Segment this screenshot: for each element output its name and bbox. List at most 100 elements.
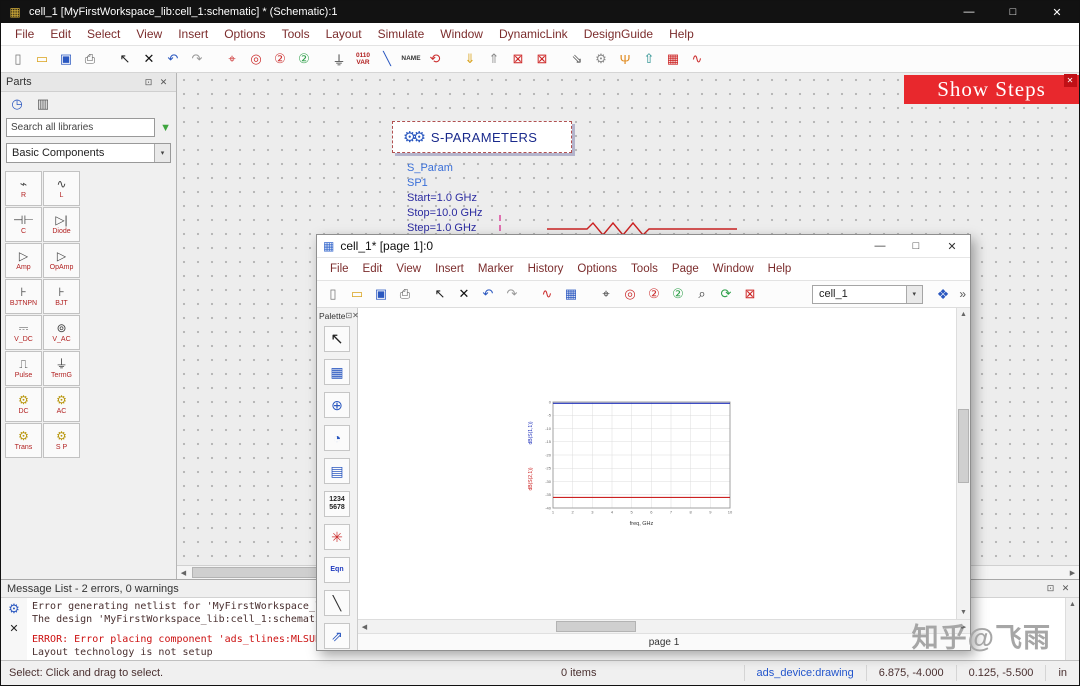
part-vpulse[interactable]: ⎍ Pulse — [5, 351, 42, 386]
default-dataset-icon[interactable]: ❖ — [937, 286, 950, 303]
palette-rect-plot[interactable]: ▦ — [324, 359, 350, 385]
export-button[interactable]: ⇑ — [482, 48, 506, 70]
part-bjt[interactable]: ⊦ BJT — [43, 279, 80, 314]
part-ac-sim[interactable]: ⚙ AC — [43, 387, 80, 422]
insert-var-button[interactable]: 0110 VAR — [351, 48, 375, 70]
child-titlebar[interactable]: ▦ cell_1* [page 1]:0 — □ ✕ — [317, 235, 970, 258]
close-panel-icon[interactable]: ✕ — [1058, 583, 1073, 594]
palette-arrow-shape[interactable]: ⇗ — [324, 623, 350, 649]
close-panel-icon[interactable]: ✕ — [156, 77, 171, 88]
palette-stacked-plot[interactable]: ▤ — [324, 458, 350, 484]
menu-item[interactable]: Tools — [274, 27, 318, 41]
close-button[interactable]: ✕ — [934, 235, 970, 257]
float-panel-icon[interactable]: ⊡ — [141, 77, 156, 88]
part-inductor[interactable]: ∿ L — [43, 171, 80, 206]
part-capacitor[interactable]: ⊣⊢ C — [5, 207, 42, 242]
library-select[interactable]: Basic Components ▾ — [6, 143, 171, 163]
zoom-tool-button[interactable]: ⌕ — [690, 283, 714, 305]
scroll-up-icon[interactable]: ▲ — [1066, 598, 1079, 611]
new-file-button[interactable]: ▯ — [321, 283, 345, 305]
part-sparam-sim[interactable]: ⚙ S P — [43, 423, 80, 458]
deactivate-component-button[interactable]: ⊠ — [506, 48, 530, 70]
palette-cursor[interactable]: ↖ — [324, 326, 350, 352]
deactivate-toggle-button[interactable]: ⊠ — [530, 48, 554, 70]
menu-item[interactable]: View — [389, 263, 428, 275]
banner-close-icon[interactable]: ✕ — [1064, 74, 1077, 87]
menu-item[interactable]: Tools — [624, 263, 665, 275]
pan-view-button[interactable]: ⌖ — [220, 48, 244, 70]
menu-item[interactable]: Marker — [471, 263, 521, 275]
menu-item[interactable]: View — [128, 27, 170, 41]
palette-polar-plot[interactable]: ⊕ — [324, 392, 350, 418]
undo-button[interactable]: ↶ — [476, 283, 500, 305]
part-amp[interactable]: ▷ Amp — [5, 243, 42, 278]
library-browser-icon[interactable]: ▥ — [34, 95, 52, 113]
menu-item[interactable]: Window — [432, 27, 491, 41]
pan-view-button[interactable]: ⌖ — [594, 283, 618, 305]
save-button[interactable]: ▣ — [54, 48, 78, 70]
palette-equation[interactable]: Eqn — [324, 557, 350, 583]
insert-wire-button[interactable]: ╲ — [375, 48, 399, 70]
scroll-left-icon[interactable]: ◀ — [177, 566, 190, 579]
push-into-button[interactable]: ⇘ — [565, 48, 589, 70]
menu-item[interactable]: Layout — [318, 27, 370, 41]
select-cursor-button[interactable]: ↖ — [428, 283, 452, 305]
undo-button[interactable]: ↶ — [161, 48, 185, 70]
part-term-gnd[interactable]: ⏚ TermG — [43, 351, 80, 386]
sparams-parameter-text[interactable]: SP1 — [407, 176, 483, 191]
simulate-button[interactable]: ⇧ — [637, 48, 661, 70]
history-icon[interactable]: ◷ — [8, 95, 26, 113]
scroll-thumb[interactable] — [958, 409, 969, 483]
palette-list-data[interactable]: 1234 5678 — [324, 491, 350, 517]
zoom-area-button[interactable]: ◎ — [244, 48, 268, 70]
wire-loop-button[interactable]: ⟲ — [423, 48, 447, 70]
clear-messages-icon[interactable]: ✕ — [9, 622, 18, 635]
refresh-button[interactable]: ⟳ — [714, 283, 738, 305]
toolbar-overflow-icon[interactable]: » — [959, 287, 966, 301]
sparams-parameter-text[interactable]: Start=1.0 GHz — [407, 191, 483, 206]
menu-item[interactable]: Help — [661, 27, 702, 41]
menu-item[interactable]: History — [521, 263, 571, 275]
sparams-parameter-text[interactable]: S_Param — [407, 161, 483, 176]
s-parameters-controller[interactable]: ⚙⚙ S-PARAMETERS — [392, 121, 572, 153]
scroll-thumb[interactable] — [556, 621, 636, 632]
import-button[interactable]: ⇓ — [458, 48, 482, 70]
zoom-area-button[interactable]: ◎ — [618, 283, 642, 305]
zoom-in-x2-button[interactable]: ② — [666, 283, 690, 305]
menu-item[interactable]: Edit — [356, 263, 390, 275]
maximize-button[interactable]: □ — [898, 235, 934, 257]
redo-button[interactable]: ↷ — [500, 283, 524, 305]
palette-antenna-plot[interactable]: ✳ — [324, 524, 350, 550]
part-dc-sim[interactable]: ⚙ DC — [5, 387, 42, 422]
part-vdc[interactable]: ⎓ V_DC — [5, 315, 42, 350]
menu-item[interactable]: Insert — [428, 263, 471, 275]
part-diode[interactable]: ▷| Diode — [43, 207, 80, 242]
data-display-canvas[interactable]: 1 2 3 4 5 6 7 8 9 10 -40 -35 -30 -25 -20 -15 -10 -5 0 freq,… — [358, 308, 956, 619]
delete-button[interactable]: ✕ — [137, 48, 161, 70]
sparams-parameter-text[interactable]: Stop=10.0 GHz — [407, 206, 483, 221]
maximize-button[interactable]: □ — [991, 1, 1035, 23]
data-display-button[interactable]: ∿ — [685, 48, 709, 70]
status-layer[interactable]: ads_device:drawing — [743, 665, 866, 681]
dataset-select[interactable]: cell_1 ▾ — [812, 284, 923, 304]
menu-item[interactable]: File — [323, 263, 356, 275]
scroll-left-icon[interactable]: ◀ — [358, 620, 371, 633]
part-opamp[interactable]: ▷ OpAmp — [43, 243, 80, 278]
new-file-button[interactable]: ▯ — [6, 48, 30, 70]
float-panel-icon[interactable]: ⊡ — [345, 311, 352, 320]
float-panel-icon[interactable]: ⊡ — [1043, 583, 1058, 594]
part-bjt-npn[interactable]: ⊦ BJTNPN — [5, 279, 42, 314]
close-button[interactable]: ✕ — [1035, 1, 1079, 23]
palette-line-tool[interactable]: ╲ — [324, 590, 350, 616]
simulation-setup-button[interactable]: ⚙ — [589, 48, 613, 70]
minimize-button[interactable]: — — [947, 1, 991, 23]
open-folder-button[interactable]: ▭ — [345, 283, 369, 305]
stop-simulation-button[interactable]: ▦ — [661, 48, 685, 70]
menu-item[interactable]: Edit — [42, 27, 79, 41]
message-settings-icon[interactable]: ⚙ — [8, 601, 20, 617]
menu-item[interactable]: DesignGuide — [576, 27, 661, 41]
menu-item[interactable]: DynamicLink — [491, 27, 576, 41]
menu-item[interactable]: Help — [761, 263, 799, 275]
mini-plot-svg[interactable]: 1 2 3 4 5 6 7 8 9 10 -40 -35 -30 -25 -20 -15 -10 -5 0 freq,… — [523, 394, 740, 534]
print-button[interactable]: ⎙ — [393, 283, 417, 305]
